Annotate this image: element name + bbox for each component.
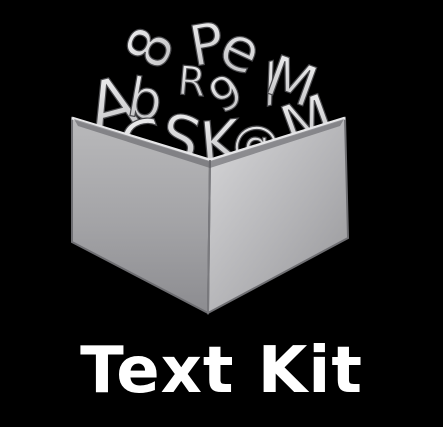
page-title: Text Kit <box>80 334 363 408</box>
stage: 8 P e R 9 / M A b M C S K @ Text Kit <box>0 0 443 427</box>
